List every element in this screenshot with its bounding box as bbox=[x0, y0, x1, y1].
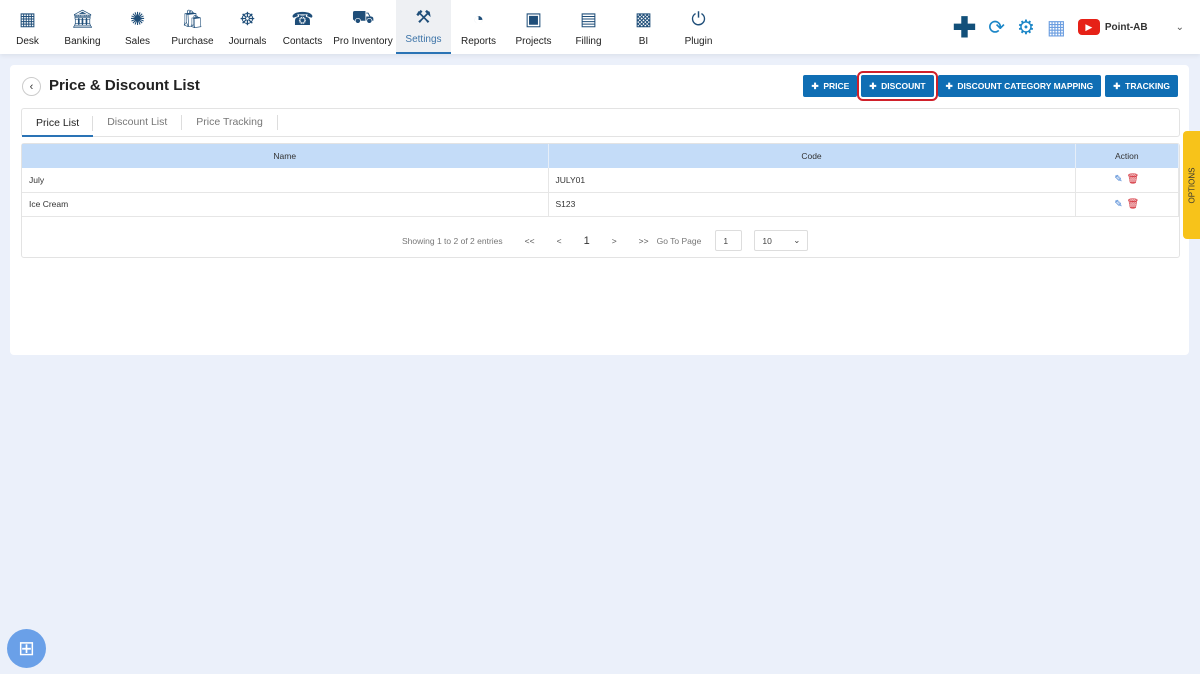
projects-icon: ▣ bbox=[524, 8, 542, 29]
nav-label: Banking bbox=[64, 36, 101, 47]
calculator-icon[interactable]: ▦ bbox=[1047, 15, 1066, 40]
reports-icon: ◔ bbox=[473, 8, 484, 29]
edit-icon[interactable]: ✎ bbox=[1114, 199, 1122, 210]
delete-icon[interactable]: 🗑 bbox=[1127, 199, 1140, 210]
options-panel-tab[interactable]: OPTIONS bbox=[1183, 131, 1200, 239]
plugin-icon: ⏻ bbox=[691, 8, 706, 29]
inventory-icon: ⛟ bbox=[351, 7, 375, 27]
contacts-icon: ☎ bbox=[291, 8, 314, 29]
tab-discount-list[interactable]: Discount List bbox=[93, 115, 183, 130]
purchase-icon: 🛍 bbox=[181, 8, 204, 29]
nav-label: Journals bbox=[228, 36, 267, 47]
tab-price-tracking[interactable]: Price Tracking bbox=[182, 115, 278, 130]
table-row: Ice Cream S123 ✎ 🗑 bbox=[22, 192, 1179, 217]
add-discount-button[interactable]: ✚ DISCOUNT bbox=[857, 71, 938, 101]
prev-page-button[interactable]: < bbox=[557, 236, 562, 246]
nav-label: Contacts bbox=[282, 36, 323, 47]
top-nav-bar: ▦ Desk 🏛 Banking ✺ Sales 🛍 Purchase ☸ Journals ☎ Co… bbox=[0, 0, 1200, 54]
bi-icon: ▩ bbox=[634, 8, 652, 29]
tab-price-list[interactable]: Price List bbox=[22, 109, 94, 137]
nav-item-banking[interactable]: 🏛 Banking bbox=[55, 0, 110, 54]
nav-label: Filling bbox=[575, 36, 602, 47]
tabs: Price List Discount List Price Tracking bbox=[21, 108, 1180, 137]
cell-name: July bbox=[22, 168, 549, 193]
entries-info: Showing 1 to 2 of 2 entries bbox=[402, 235, 503, 246]
current-page[interactable]: 1 bbox=[584, 235, 590, 247]
bank-icon: 🏛 bbox=[71, 8, 94, 29]
column-header-action: Action bbox=[1075, 144, 1179, 168]
page-size-select[interactable]: 10 ⌄ bbox=[754, 230, 809, 251]
price-table: Name Code Action July JULY01 ✎ 🗑 Ice Crea… bbox=[21, 143, 1180, 258]
settings-icon: ⚒ bbox=[415, 6, 432, 27]
chevron-down-icon[interactable]: ⌄ bbox=[1176, 22, 1184, 33]
column-header-code[interactable]: Code bbox=[548, 144, 1076, 168]
youtube-icon[interactable]: ▶ bbox=[1077, 19, 1100, 35]
add-icon[interactable]: ✚ bbox=[953, 11, 976, 44]
add-tracking-button[interactable]: ✚ TRACKING bbox=[1105, 75, 1178, 97]
journals-icon: ☸ bbox=[239, 8, 256, 29]
nav-item-pro-inventory[interactable]: ⛟ Pro Inventory bbox=[330, 0, 396, 54]
nav-item-settings[interactable]: ⚒ Settings bbox=[396, 0, 451, 54]
cell-code: JULY01 bbox=[548, 168, 1076, 193]
nav-item-plugin[interactable]: ⏻ Plugin bbox=[671, 0, 726, 54]
nav-label: BI bbox=[638, 36, 649, 47]
column-header-name[interactable]: Name bbox=[22, 144, 549, 168]
nav-item-contacts[interactable]: ☎ Contacts bbox=[275, 0, 330, 54]
desk-icon: ▦ bbox=[18, 8, 36, 29]
go-to-page-label: Go To Page bbox=[656, 235, 702, 246]
nav-label: Desk bbox=[16, 36, 39, 47]
nav-label: Settings bbox=[405, 34, 442, 45]
nav-item-journals[interactable]: ☸ Journals bbox=[220, 0, 275, 54]
edit-icon[interactable]: ✎ bbox=[1114, 174, 1122, 185]
nav-item-filling[interactable]: ▤ Filling bbox=[561, 0, 616, 54]
go-to-page-input[interactable]: 1 bbox=[715, 230, 743, 251]
add-price-button[interactable]: ✚ PRICE bbox=[803, 75, 858, 97]
gear-icon[interactable]: ⚙ bbox=[1017, 15, 1035, 40]
nav-label: Pro Inventory bbox=[333, 36, 393, 47]
cell-name: Ice Cream bbox=[22, 192, 549, 217]
last-page-button[interactable]: >> bbox=[639, 236, 649, 246]
nav-item-reports[interactable]: ◔ Reports bbox=[451, 0, 506, 54]
filling-icon: ▤ bbox=[579, 8, 597, 29]
price-discount-card: ‹ Price & Discount List ✚ PRICE ✚ DISCOU… bbox=[10, 65, 1189, 355]
page-title: Price & Discount List bbox=[49, 77, 200, 94]
nav-label: Projects bbox=[515, 36, 552, 47]
nav-item-projects[interactable]: ▣ Projects bbox=[506, 0, 561, 54]
nav-item-desk[interactable]: ▦ Desk bbox=[0, 0, 55, 54]
nav-label: Purchase bbox=[171, 36, 214, 47]
apps-grid-button[interactable]: ⊞ bbox=[7, 629, 46, 668]
nav-label: Plugin bbox=[684, 36, 713, 47]
user-name[interactable]: Point-AB bbox=[1105, 22, 1148, 33]
cell-code: S123 bbox=[548, 192, 1076, 217]
table-row: July JULY01 ✎ 🗑 bbox=[22, 168, 1179, 193]
next-page-button[interactable]: > bbox=[612, 236, 617, 246]
nav-label: Reports bbox=[460, 36, 496, 47]
chevron-down-icon: ⌄ bbox=[793, 235, 801, 245]
add-discount-category-mapping-button[interactable]: ✚ DISCOUNT CATEGORY MAPPING bbox=[937, 75, 1102, 97]
nav-item-sales[interactable]: ✺ Sales bbox=[110, 0, 165, 54]
sales-icon: ✺ bbox=[129, 8, 146, 29]
nav-item-purchase[interactable]: 🛍 Purchase bbox=[165, 0, 220, 54]
nav-item-bi[interactable]: ▩ BI bbox=[616, 0, 671, 54]
first-page-button[interactable]: << bbox=[525, 236, 535, 246]
back-button[interactable]: ‹ bbox=[22, 77, 41, 96]
nav-label: Sales bbox=[124, 36, 150, 47]
bank-sync-icon[interactable]: ⟳ bbox=[988, 15, 1005, 40]
pagination: Showing 1 to 2 of 2 entries << < 1 > >> … bbox=[402, 230, 809, 251]
delete-icon[interactable]: 🗑 bbox=[1127, 174, 1140, 185]
